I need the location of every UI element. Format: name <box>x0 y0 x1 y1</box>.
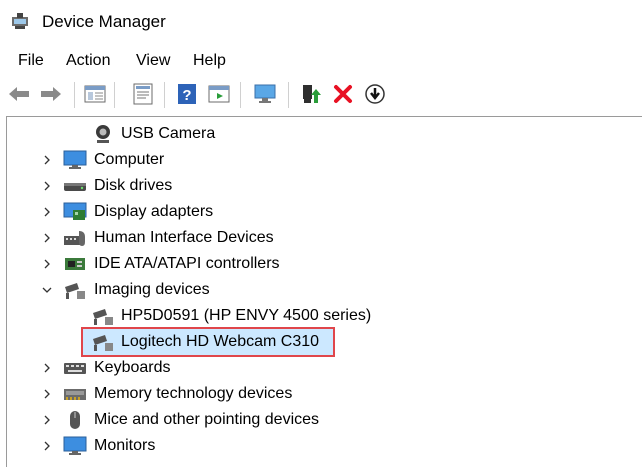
tree-item-human-interface-devices[interactable]: Human Interface Devices <box>7 225 637 251</box>
back-arrow-icon <box>9 87 29 101</box>
tree-item-label: Monitors <box>94 437 156 454</box>
tree-item-keyboards[interactable]: Keyboards <box>7 355 637 381</box>
tree-item-label: Human Interface Devices <box>94 229 274 246</box>
tree-item-logitech-hd-webcam-c310[interactable]: Logitech HD Webcam C310 <box>7 329 637 355</box>
tree-item-label: IDE ATA/ATAPI controllers <box>94 255 280 272</box>
toolbar-separator <box>114 82 115 108</box>
chevron-right-icon[interactable] <box>41 362 53 374</box>
device-manager-icon <box>12 13 28 29</box>
chevron-right-icon[interactable] <box>41 388 53 400</box>
tree-item-label: Mice and other pointing devices <box>94 411 320 428</box>
chevron-right-icon[interactable] <box>41 206 53 218</box>
chevron-right-icon[interactable] <box>41 258 53 270</box>
chevron-right-icon[interactable] <box>41 180 53 192</box>
controller-icon <box>65 258 85 270</box>
tree-item-display-adapters[interactable]: Display adapters <box>7 199 637 225</box>
memory-card-icon <box>64 389 86 400</box>
tree-item-mice-and-other-pointing-devices[interactable]: Mice and other pointing devices <box>7 407 637 433</box>
tree-item-computer[interactable]: Computer <box>7 147 637 173</box>
update-driver-button[interactable] <box>298 80 324 108</box>
camera-icon <box>65 283 85 299</box>
tree-item-hp5d0591[interactable]: HP5D0591 (HP ENVY 4500 series) <box>7 303 637 329</box>
chevron-right-icon[interactable] <box>41 414 53 426</box>
toolbar: ? <box>0 77 642 113</box>
menu-file[interactable]: File <box>16 51 46 71</box>
show-hide-console-tree-button[interactable] <box>82 80 108 108</box>
chevron-right-icon[interactable] <box>41 440 53 452</box>
camera-icon <box>93 335 113 351</box>
menu-view[interactable]: View <box>134 51 172 71</box>
webcam-icon <box>96 125 110 143</box>
properties-icon <box>133 83 153 105</box>
toolbar-separator <box>74 82 75 108</box>
title-bar: Device Manager <box>0 0 642 44</box>
update-driver-icon <box>303 85 321 103</box>
chevron-right-icon[interactable] <box>41 154 53 166</box>
tree-item-label: Memory technology devices <box>94 385 293 402</box>
camera-icon <box>93 309 113 325</box>
tree-item-label: Imaging devices <box>94 281 210 298</box>
toolbar-separator <box>164 82 165 108</box>
display-adapter-icon <box>63 202 87 220</box>
tree-item-usb-camera[interactable]: USB Camera <box>7 121 637 147</box>
console-tree-icon <box>84 85 106 103</box>
menu-action[interactable]: Action <box>64 51 112 71</box>
disk-drive-icon <box>64 183 86 191</box>
tree-item-label: Keyboards <box>94 359 171 376</box>
tree-item-label: Display adapters <box>94 203 214 220</box>
monitor-icon <box>63 150 87 169</box>
tree-item-imaging-devices[interactable]: Imaging devices <box>7 277 637 303</box>
help-button[interactable]: ? <box>174 80 200 108</box>
tree-item-label: Disk drives <box>94 177 173 194</box>
window-title: Device Manager <box>42 12 166 31</box>
keyboard-icon <box>64 363 86 374</box>
properties-button[interactable] <box>130 80 156 108</box>
tree-item-ide-ata-atapi-controllers[interactable]: IDE ATA/ATAPI controllers <box>7 251 637 277</box>
hid-icon <box>64 231 85 246</box>
tree-item-memory-technology-devices[interactable]: Memory technology devices <box>7 381 637 407</box>
tree-item-monitors[interactable]: Monitors <box>7 433 637 459</box>
mouse-icon <box>70 411 80 429</box>
action-pane-icon <box>208 85 230 103</box>
scan-hardware-icon <box>254 84 276 103</box>
down-arrow-circle-icon <box>365 84 385 104</box>
forward-arrow-icon <box>41 87 61 101</box>
chevron-down-icon[interactable] <box>41 284 53 296</box>
forward-button[interactable] <box>38 80 64 108</box>
menu-help[interactable]: Help <box>191 51 228 71</box>
tree-item-label: Logitech HD Webcam C310 <box>121 333 320 350</box>
help-icon: ? <box>178 84 196 104</box>
tree-item-label: USB Camera <box>121 125 216 142</box>
toolbar-separator <box>288 82 289 108</box>
back-button[interactable] <box>6 80 32 108</box>
scan-hardware-button[interactable] <box>252 80 278 108</box>
action-pane-button[interactable] <box>206 80 232 108</box>
svg-text:?: ? <box>182 87 191 104</box>
chevron-right-icon[interactable] <box>41 232 53 244</box>
uninstall-x-icon <box>334 85 352 103</box>
menu-bar: File Action View Help <box>0 48 642 74</box>
monitor-icon <box>63 436 87 455</box>
tree-item-label: HP5D0591 (HP ENVY 4500 series) <box>121 307 372 324</box>
disable-device-button[interactable] <box>362 80 388 108</box>
device-tree: USB Camera Computer Disk drives Display … <box>6 116 642 467</box>
toolbar-separator <box>240 82 241 108</box>
tree-item-label: Computer <box>94 151 165 168</box>
tree-item-disk-drives[interactable]: Disk drives <box>7 173 637 199</box>
uninstall-device-button[interactable] <box>330 80 356 108</box>
